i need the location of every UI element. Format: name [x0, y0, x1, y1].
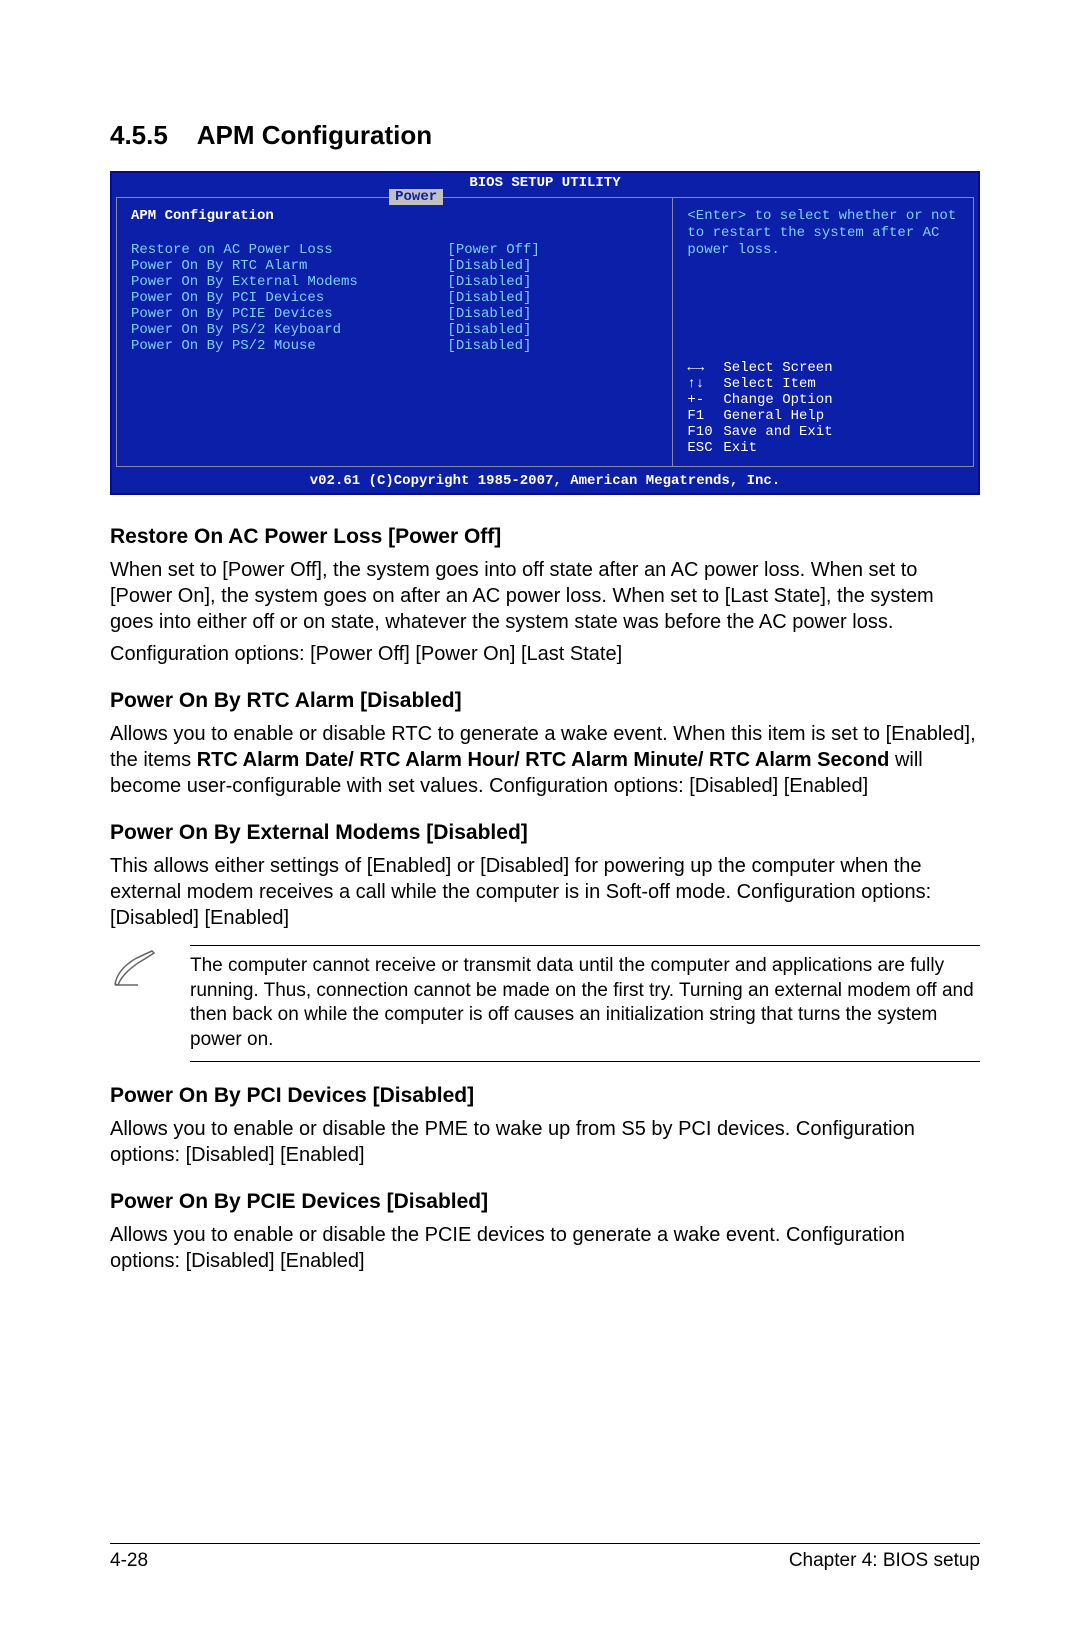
section-number: 4.5.5	[110, 120, 168, 150]
bios-item[interactable]: Power On By PS/2 Keyboard[Disabled]	[131, 322, 658, 338]
bios-section-label: APM Configuration	[131, 208, 658, 224]
option-heading: Power On By PCIE Devices [Disabled]	[110, 1190, 980, 1214]
bios-tab-power[interactable]: Power	[389, 189, 443, 205]
note-block: The computer cannot receive or transmit …	[110, 945, 980, 1062]
pen-icon	[110, 945, 190, 999]
bios-item[interactable]: Power On By RTC Alarm[Disabled]	[131, 258, 658, 274]
option-description: When set to [Power Off], the system goes…	[110, 557, 980, 635]
option-config: Configuration options: [Power Off] [Powe…	[110, 641, 980, 667]
chapter-label: Chapter 4: BIOS setup	[789, 1550, 980, 1572]
note-text: The computer cannot receive or transmit …	[190, 945, 980, 1062]
bios-item[interactable]: Power On By External Modems[Disabled]	[131, 274, 658, 290]
bios-copyright: v02.61 (C)Copyright 1985-2007, American …	[112, 471, 978, 493]
option-description: Allows you to enable or disable the PME …	[110, 1116, 980, 1168]
section-title-text: APM Configuration	[197, 120, 432, 150]
option-description: Allows you to enable or disable RTC to g…	[110, 721, 980, 799]
bios-item[interactable]: Power On By PCIE Devices[Disabled]	[131, 306, 658, 322]
option-heading: Restore On AC Power Loss [Power Off]	[110, 525, 980, 549]
page-number: 4-28	[110, 1550, 148, 1572]
option-heading: Power On By RTC Alarm [Disabled]	[110, 689, 980, 713]
bios-help-text: <Enter> to select whether or not to rest…	[687, 208, 959, 258]
bios-title: BIOS SETUP UTILITY	[469, 175, 620, 191]
section-heading: 4.5.5 APM Configuration	[110, 120, 980, 151]
option-description: This allows either settings of [Enabled]…	[110, 853, 980, 931]
bios-screenshot: BIOS SETUP UTILITY Power APM Configurati…	[110, 171, 980, 495]
option-heading: Power On By PCI Devices [Disabled]	[110, 1084, 980, 1108]
option-heading: Power On By External Modems [Disabled]	[110, 821, 980, 845]
option-description: Allows you to enable or disable the PCIE…	[110, 1222, 980, 1274]
bios-item[interactable]: Restore on AC Power Loss[Power Off]	[131, 242, 658, 258]
page-footer: 4-28 Chapter 4: BIOS setup	[110, 1543, 980, 1572]
bios-header: BIOS SETUP UTILITY Power	[112, 173, 978, 193]
bios-key-legend: ←→Select Screen ↑↓Select Item +-Change O…	[687, 360, 959, 456]
bios-item[interactable]: Power On By PCI Devices[Disabled]	[131, 290, 658, 306]
bios-item[interactable]: Power On By PS/2 Mouse[Disabled]	[131, 338, 658, 354]
